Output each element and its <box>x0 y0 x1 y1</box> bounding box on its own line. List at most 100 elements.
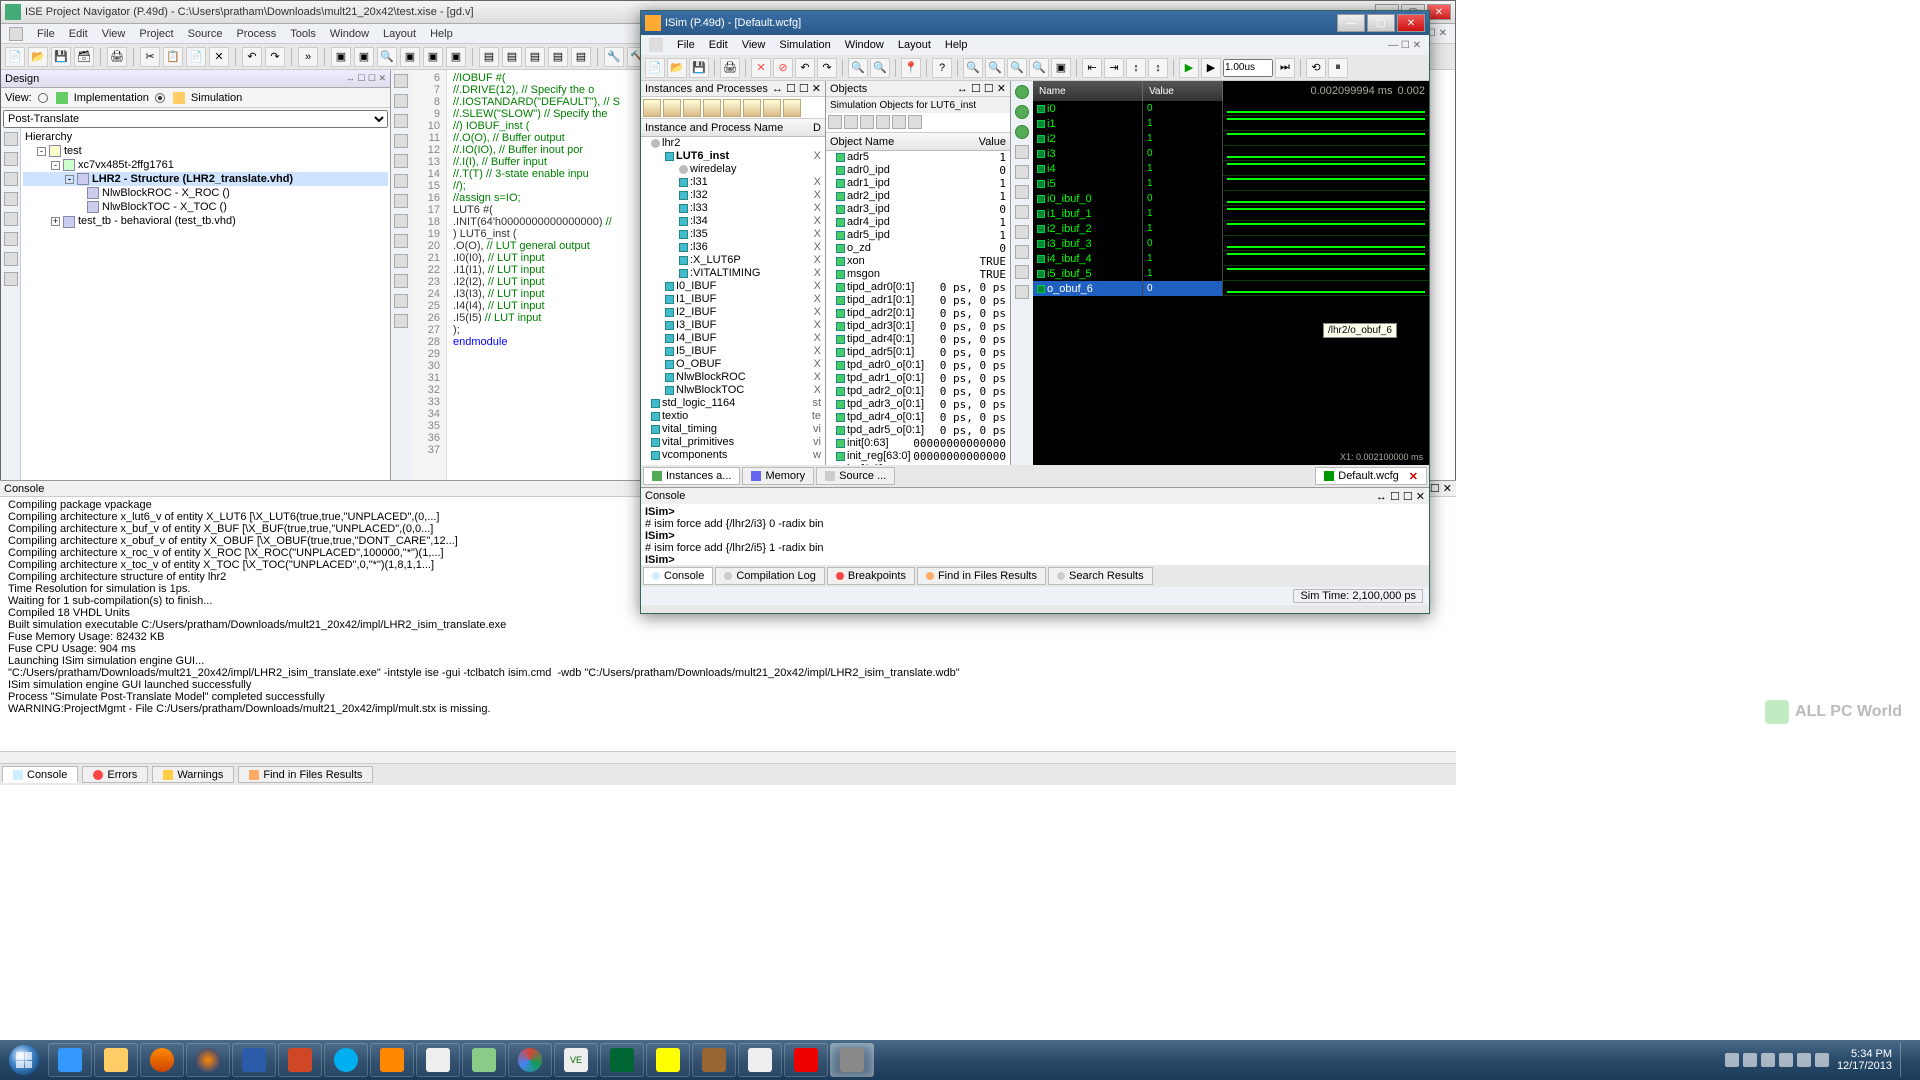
isim-menu-window[interactable]: Window <box>845 39 884 51</box>
task-word[interactable] <box>232 1043 276 1077</box>
task-firefox[interactable] <box>186 1043 230 1077</box>
gutter-icon[interactable] <box>394 74 408 88</box>
tray-icon[interactable] <box>1815 1053 1829 1067</box>
isim-find2-icon[interactable]: 🔍 <box>870 58 890 78</box>
wave-ic2-icon[interactable] <box>1015 265 1029 279</box>
isim-zoom1-icon[interactable]: 🔍 <box>963 58 983 78</box>
ftab-default-wcfg[interactable]: Default.wcfg✕ <box>1315 467 1427 485</box>
obj-row[interactable]: tpd_adr5_o[0:1]0 ps, 0 ps <box>826 424 1010 437</box>
isim-zoom3-icon[interactable]: 🔍 <box>1007 58 1027 78</box>
strip-icon[interactable] <box>4 132 18 146</box>
menu-source[interactable]: Source <box>188 28 223 40</box>
isim-close-button[interactable]: ✕ <box>1397 14 1425 32</box>
wave-signal-row[interactable]: o_obuf_60 <box>1033 281 1429 296</box>
obj-tb-icon[interactable] <box>828 115 842 129</box>
gutter-icon[interactable] <box>394 274 408 288</box>
obj-tb-icon[interactable] <box>876 115 890 129</box>
ip-tree-row[interactable]: :X_LUT6PX <box>641 254 825 267</box>
strip-icon[interactable] <box>4 272 18 286</box>
task-skype[interactable] <box>324 1043 368 1077</box>
gutter-icon[interactable] <box>394 174 408 188</box>
ip-tree-row[interactable]: vital_timingvi <box>641 423 825 436</box>
menu-edit[interactable]: Edit <box>69 28 88 40</box>
gutter-icon[interactable] <box>394 314 408 328</box>
ip-tree-row[interactable]: :l34X <box>641 215 825 228</box>
obj-row[interactable]: init[0:63]00000000000000 <box>826 437 1010 450</box>
isim-btab-breakpoints[interactable]: Breakpoints <box>827 567 915 585</box>
obj-row[interactable]: adr5_ipd1 <box>826 229 1010 242</box>
wave-signal-row[interactable]: i5_ibuf_51 <box>1033 266 1429 281</box>
obj-row[interactable]: adr4_ipd1 <box>826 216 1010 229</box>
gutter-icon[interactable] <box>394 194 408 208</box>
tool3-icon[interactable]: ▣ <box>400 47 420 67</box>
wave-signal-row[interactable]: i3_ibuf_30 <box>1033 236 1429 251</box>
ip-tree-row[interactable]: std_logic_1164st <box>641 397 825 410</box>
isim-cursor2-icon[interactable]: ⇥ <box>1104 58 1124 78</box>
ip-tree-row[interactable]: I0_IBUFX <box>641 280 825 293</box>
saveall-icon[interactable]: 🗃 <box>74 47 94 67</box>
isim-console-body[interactable]: ISim># isim force add {/lhr2/i3} 0 -radi… <box>641 504 1429 565</box>
obj-row[interactable]: tipd_adr5[0:1]0 ps, 0 ps <box>826 346 1010 359</box>
tray-icon[interactable] <box>1743 1053 1757 1067</box>
isim-open-icon[interactable]: 📂 <box>667 58 687 78</box>
obj-row[interactable]: tpd_adr4_o[0:1]0 ps, 0 ps <box>826 411 1010 424</box>
menu-process[interactable]: Process <box>236 28 276 40</box>
tool1-icon[interactable]: ▣ <box>331 47 351 67</box>
wave-ic2-icon[interactable] <box>1015 145 1029 159</box>
ip-tb-icon[interactable] <box>723 99 741 117</box>
obj-tb-icon[interactable] <box>892 115 906 129</box>
isim-new-icon[interactable]: 📄 <box>645 58 665 78</box>
tree-tb[interactable]: +test_tb - behavioral (test_tb.vhd) <box>23 214 388 228</box>
isim-menu-view[interactable]: View <box>742 39 766 51</box>
waveform-viewer[interactable]: Name Value 0.002099994 ms 0.002 i00i11i2… <box>1033 81 1429 465</box>
console-scrollbar[interactable] <box>0 751 1456 763</box>
show-desktop-button[interactable] <box>1900 1043 1908 1077</box>
isim-btab-find[interactable]: Find in Files Results <box>917 567 1046 585</box>
task-media[interactable] <box>140 1043 184 1077</box>
wave-signal-row[interactable]: i30 <box>1033 146 1429 161</box>
ip-tree-row[interactable]: wiredelay <box>641 163 825 176</box>
isim-cursor3-icon[interactable]: ↕ <box>1126 58 1146 78</box>
tool4-icon[interactable]: ▣ <box>423 47 443 67</box>
ip-tree-row[interactable]: I4_IBUFX <box>641 332 825 345</box>
save-icon[interactable]: 💾 <box>51 47 71 67</box>
obj-row[interactable]: o_zd0 <box>826 242 1010 255</box>
tree-test[interactable]: -test <box>23 144 388 158</box>
task-notepad[interactable] <box>462 1043 506 1077</box>
ip-tree-row[interactable]: I3_IBUFX <box>641 319 825 332</box>
obj-row[interactable]: tipd_adr3[0:1]0 ps, 0 ps <box>826 320 1010 333</box>
obj-row[interactable]: tpd_adr2_o[0:1]0 ps, 0 ps <box>826 385 1010 398</box>
obj-row[interactable]: adr2_ipd1 <box>826 190 1010 203</box>
btab-console[interactable]: Console <box>2 766 78 783</box>
ip-tree-row[interactable]: NlwBlockTOCX <box>641 384 825 397</box>
isim-zoom4-icon[interactable]: 🔍 <box>1029 58 1049 78</box>
ftab-memory[interactable]: Memory <box>742 467 814 485</box>
tree-toc[interactable]: NlwBlockTOC - X_TOC () <box>23 200 388 214</box>
ip-tb-icon[interactable] <box>743 99 761 117</box>
find-icon[interactable]: 🔍 <box>377 47 397 67</box>
obj-tb-icon[interactable] <box>908 115 922 129</box>
wave-signal-row[interactable]: i2_ibuf_21 <box>1033 221 1429 236</box>
ip-tb-icon[interactable] <box>663 99 681 117</box>
isim-titlebar[interactable]: ISim (P.49d) - [Default.wcfg] — ▢ ✕ <box>641 11 1429 35</box>
wave-signal-row[interactable]: i41 <box>1033 161 1429 176</box>
ip-tree-row[interactable]: :l35X <box>641 228 825 241</box>
ip-tree-row[interactable]: LUT6_instX <box>641 150 825 163</box>
wave-ic2-icon[interactable] <box>1015 225 1029 239</box>
menu-file[interactable]: File <box>37 28 55 40</box>
undo-icon[interactable]: ↶ <box>242 47 262 67</box>
isim-redo-icon[interactable]: ↷ <box>817 58 837 78</box>
ip-tree-row[interactable]: :l32X <box>641 189 825 202</box>
menu-window[interactable]: Window <box>330 28 369 40</box>
task-ie[interactable] <box>48 1043 92 1077</box>
wave-signal-row[interactable]: i21 <box>1033 131 1429 146</box>
isim-cursor4-icon[interactable]: ↕ <box>1148 58 1168 78</box>
isim-restart-icon[interactable]: ⟲ <box>1306 58 1326 78</box>
strip-icon[interactable] <box>4 192 18 206</box>
menu-tools[interactable]: Tools <box>290 28 316 40</box>
obj-row[interactable]: msgonTRUE <box>826 268 1010 281</box>
isim-break-icon[interactable]: ⏸ <box>1328 58 1348 78</box>
ftab-source[interactable]: Source ... <box>816 467 895 485</box>
wrench-icon[interactable]: 🔧 <box>604 47 624 67</box>
strip-icon[interactable] <box>4 172 18 186</box>
